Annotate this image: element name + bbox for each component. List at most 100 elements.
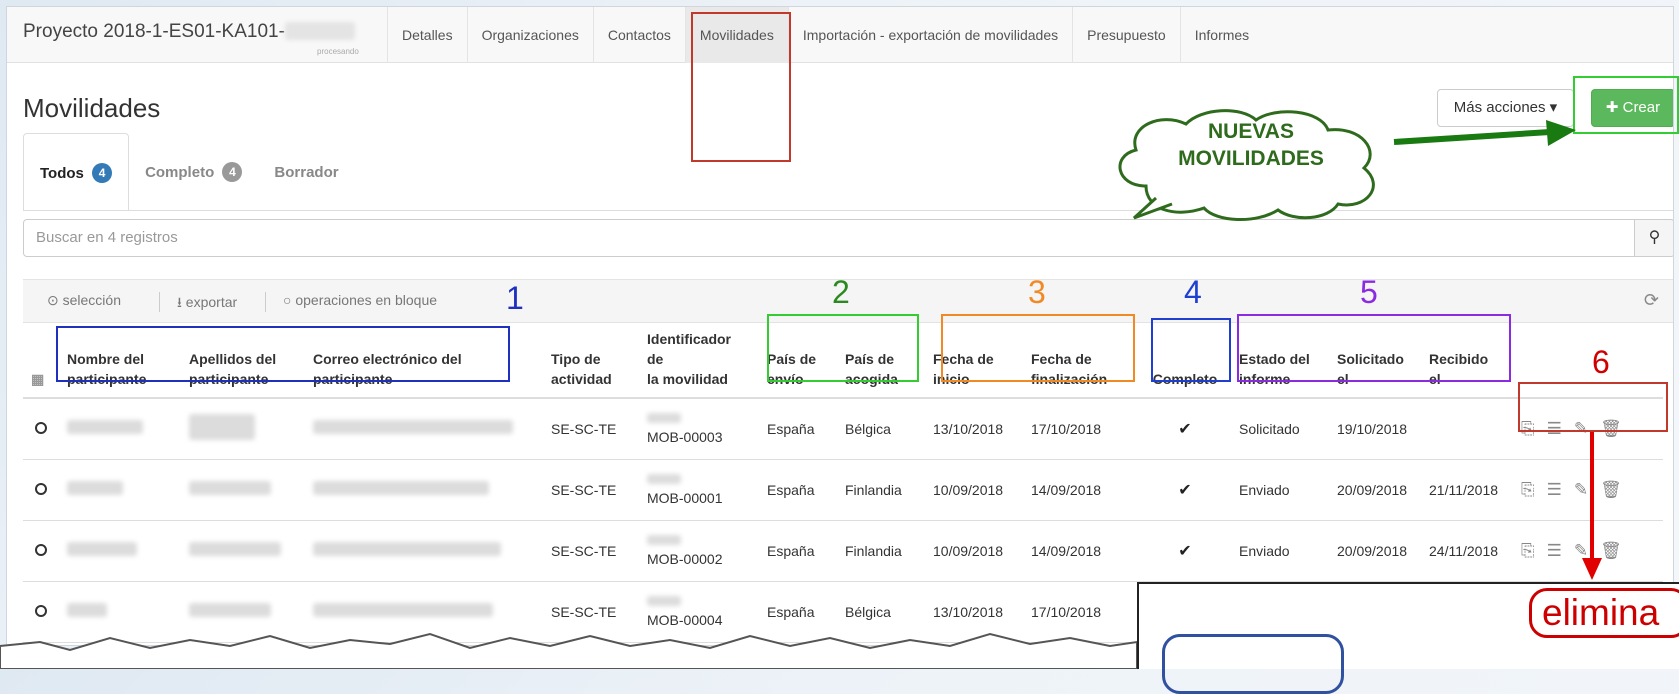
annotation-number: 3 <box>1028 274 1046 310</box>
col-label: participante <box>313 371 393 387</box>
redacted-text <box>647 473 681 484</box>
col-estado-informe[interactable]: Estado del informe <box>1229 323 1327 399</box>
col-completo[interactable]: Completo <box>1141 323 1229 399</box>
col-label: inicio <box>933 371 970 387</box>
cell-apellidos <box>179 398 303 460</box>
annotation-number: 5 <box>1360 274 1378 310</box>
radio-button[interactable] <box>35 421 47 434</box>
arrow-line <box>1393 129 1551 145</box>
report-icon[interactable]: ☰ <box>1547 541 1562 560</box>
col-pais-envio[interactable]: País de envío <box>757 323 835 399</box>
col-label: Recibido <box>1429 351 1489 367</box>
radio-button[interactable] <box>35 543 47 556</box>
cell-fecha-inicio: 10/09/2018 <box>923 459 1021 521</box>
redacted-text <box>313 603 493 617</box>
cell-recibido: 24/11/2018 <box>1419 520 1511 582</box>
target-icon: ⊙ <box>47 292 59 308</box>
redacted-text <box>189 603 271 617</box>
radio-button[interactable] <box>35 482 47 495</box>
col-label: Completo <box>1152 371 1218 387</box>
row-select[interactable] <box>23 398 57 460</box>
create-button[interactable]: ✚ Crear <box>1591 89 1673 127</box>
col-label: actividad <box>551 371 612 387</box>
col-apellidos[interactable]: Apellidos del participante <box>179 323 303 399</box>
refresh-icon[interactable]: ⟳ <box>1644 290 1659 311</box>
col-label: Fecha de <box>1031 351 1092 367</box>
cell-identificador[interactable]: MOB-00002 <box>637 520 757 582</box>
elimina-label: elimina <box>1529 588 1679 638</box>
col-label: Tipo de <box>551 351 601 367</box>
project-title-text: Proyecto 2018-1-ES01-KA101- <box>23 21 285 42</box>
search-input[interactable]: Buscar en 4 registros <box>23 219 1635 257</box>
column-chooser[interactable]: ▦ <box>23 323 57 399</box>
cell-correo <box>303 398 541 460</box>
col-identificador[interactable]: Identificador de la movilidad <box>637 323 757 399</box>
mobility-id: MOB-00001 <box>647 489 723 506</box>
col-pais-acogida[interactable]: País de acogida <box>835 323 923 399</box>
cell-apellidos <box>179 520 303 582</box>
table-row[interactable]: SE-SC-TE MOB-00002 España Finlandia 10/0… <box>23 520 1663 582</box>
arrow-to-inset <box>1582 432 1602 580</box>
cell-solicitado: 19/10/2018 <box>1327 398 1419 460</box>
cell-identificador[interactable]: MOB-00003 <box>637 398 757 460</box>
project-status: procesando <box>317 47 359 56</box>
copy-icon[interactable]: ⎘ <box>1521 419 1535 438</box>
report-icon[interactable]: ☰ <box>1547 419 1562 438</box>
redacted-text <box>67 420 143 435</box>
col-label: finalización <box>1031 371 1108 387</box>
tab-contactos[interactable]: Contactos <box>592 7 685 63</box>
callout-text: NUEVAS MOVILIDADES <box>1156 118 1346 172</box>
redacted-text <box>647 595 681 606</box>
table-row[interactable]: SE-SC-TE MOB-00003 España Bélgica 13/10/… <box>23 398 1663 460</box>
circle-icon: ○ <box>283 292 292 308</box>
bulk-operations-tool[interactable]: ○ operaciones en bloque <box>283 292 437 308</box>
arrow-to-create <box>1393 120 1576 146</box>
row-select[interactable] <box>23 459 57 521</box>
col-tipo[interactable]: Tipo de actividad <box>541 323 637 399</box>
cell-pais-envio: España <box>757 459 835 521</box>
plus-icon: ✚ <box>1605 99 1619 116</box>
copy-icon[interactable]: ⎘ <box>1521 480 1535 499</box>
col-recibido[interactable]: Recibido el <box>1419 323 1511 399</box>
col-solicitado[interactable]: Solicitado el <box>1327 323 1419 399</box>
arrow-head <box>1582 558 1602 580</box>
project-title[interactable]: Proyecto 2018-1-ES01-KA101- <box>23 21 355 43</box>
cell-tipo: SE-SC-TE <box>541 520 637 582</box>
col-fecha-fin[interactable]: Fecha de finalización <box>1021 323 1141 399</box>
tab-detalles[interactable]: Detalles <box>387 7 467 63</box>
col-correo[interactable]: Correo electrónico del participante <box>303 323 541 399</box>
tab-importacion-exportacion[interactable]: Importación - exportación de movilidades <box>787 7 1072 63</box>
cell-identificador[interactable]: MOB-00001 <box>637 459 757 521</box>
cell-estado: Enviado <box>1229 459 1327 521</box>
tab-borrador[interactable]: Borrador <box>258 133 354 211</box>
search-button[interactable]: ⚲ <box>1634 219 1673 257</box>
redacted-text <box>189 542 281 556</box>
cell-recibido <box>1419 398 1511 460</box>
report-icon[interactable]: ☰ <box>1547 480 1562 499</box>
nav-tabs: Detalles Organizaciones Contactos Movili… <box>387 7 1263 63</box>
row-select[interactable] <box>23 520 57 582</box>
tab-informes[interactable]: Informes <box>1179 7 1263 63</box>
check-icon: ✔ <box>1141 398 1229 460</box>
export-tool[interactable]: ⭳ exportar <box>177 292 237 316</box>
app-window: Proyecto 2018-1-ES01-KA101- procesando D… <box>6 6 1674 646</box>
radio-button[interactable] <box>35 604 47 617</box>
tab-completo[interactable]: Completo 4 <box>129 133 258 211</box>
cell-solicitado: 20/09/2018 <box>1327 520 1419 582</box>
redacted-text <box>67 481 123 495</box>
col-fecha-inicio[interactable]: Fecha de inicio <box>923 323 1021 399</box>
table-row[interactable]: SE-SC-TE MOB-00001 España Finlandia 10/0… <box>23 459 1663 521</box>
tab-organizaciones[interactable]: Organizaciones <box>466 7 593 63</box>
redacted-text <box>313 481 489 495</box>
callout-line: NUEVAS <box>1208 120 1294 143</box>
col-nombre[interactable]: Nombre del participante <box>57 323 179 399</box>
select-tool[interactable]: ⊙ selección <box>47 292 121 309</box>
col-label: Estado del <box>1239 351 1310 367</box>
col-label: Apellidos del <box>189 351 277 367</box>
annotation-number: 6 <box>1592 344 1610 380</box>
tab-presupuesto[interactable]: Presupuesto <box>1072 7 1180 63</box>
tab-movilidades[interactable]: Movilidades <box>684 7 788 63</box>
copy-icon[interactable]: ⎘ <box>1521 541 1535 560</box>
tab-todos[interactable]: Todos 4 <box>23 133 130 211</box>
cell-fecha-fin: 14/09/2018 <box>1021 459 1141 521</box>
